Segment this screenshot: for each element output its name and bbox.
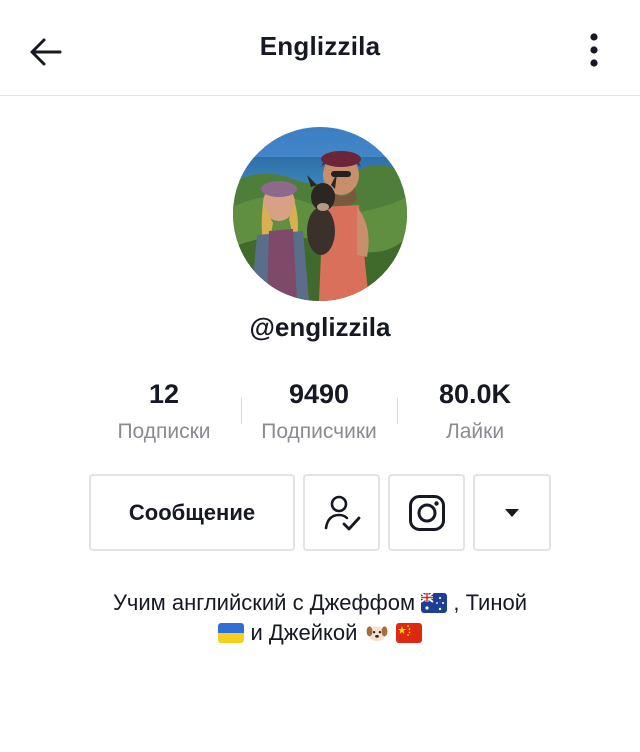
stat-followers[interactable]: 9490 Подписчики <box>239 376 399 448</box>
instagram-icon <box>408 494 445 531</box>
ukraine-flag <box>218 623 245 643</box>
top-bar: Englizzila <box>0 0 640 96</box>
bio-line-1: Учим английский с Джеффом , Тиной <box>40 588 600 618</box>
australia-flag <box>421 593 448 613</box>
followers-count: 9490 <box>288 379 350 409</box>
more-vertical-icon <box>590 33 598 67</box>
more-options-button[interactable] <box>572 26 616 74</box>
bio-text-2: и Джейкой <box>250 620 358 645</box>
profile-stats: 12 Подписки 9490 Подписчики 80.0K Лайки <box>0 376 640 456</box>
arrow-left-icon <box>30 38 62 66</box>
back-button[interactable] <box>22 28 70 76</box>
dog-face <box>366 626 387 642</box>
china-flag <box>395 623 422 643</box>
following-label: Подписки <box>117 420 211 443</box>
message-button[interactable]: Сообщение <box>89 474 295 551</box>
username: @englizzila <box>249 312 391 342</box>
profile-photo <box>233 127 407 301</box>
likes-label: Лайки <box>445 420 505 443</box>
likes-count: 80.0K <box>438 379 512 409</box>
avatar[interactable] <box>233 127 407 301</box>
user-check-icon <box>324 495 360 530</box>
bio: Учим английский с Джеффом , Тиной и Джей… <box>40 588 600 648</box>
bio-text-1-suffix: , Тиной <box>453 590 528 615</box>
followers-label: Подписчики <box>261 420 377 443</box>
bio-line-2: и Джейкой <box>40 618 600 648</box>
instagram-button[interactable] <box>388 474 465 551</box>
page-title: Englizzila <box>259 31 381 61</box>
following-count: 12 <box>148 379 180 409</box>
suggested-accounts-button[interactable] <box>473 474 551 551</box>
bio-text-1: Учим английский с Джеффом <box>112 590 416 615</box>
stat-likes[interactable]: 80.0K Лайки <box>395 376 555 448</box>
stat-following[interactable]: 12 Подписки <box>84 376 244 448</box>
following-status-button[interactable] <box>303 474 380 551</box>
caret-down-icon <box>505 508 519 517</box>
